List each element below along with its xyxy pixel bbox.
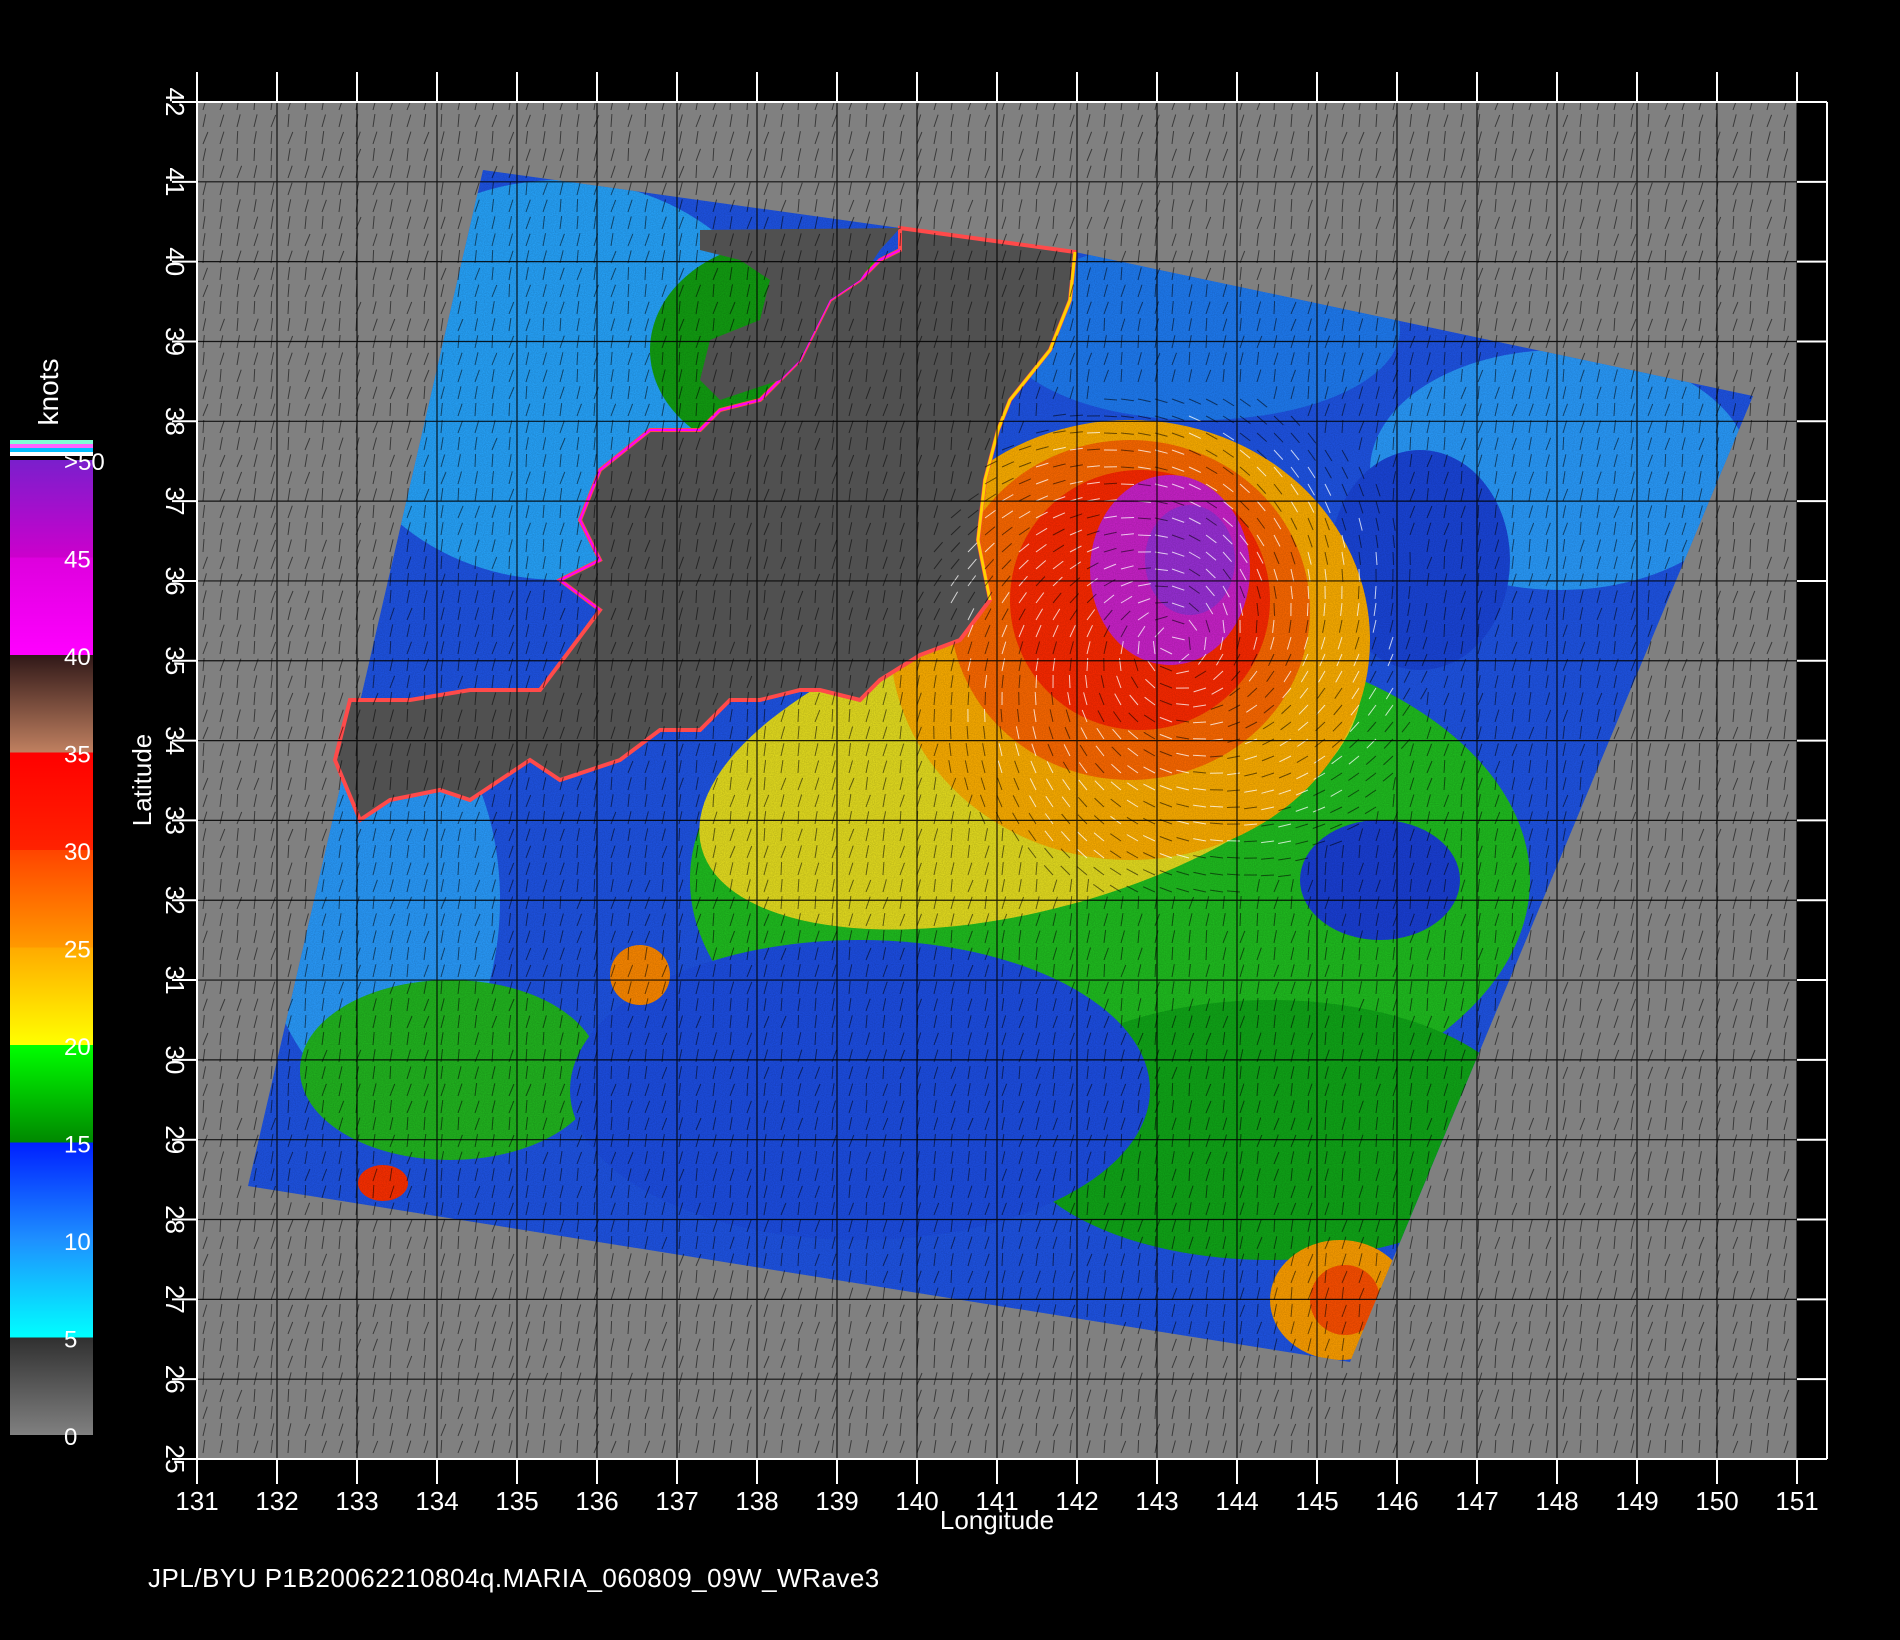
x-axis-label: Longitude: [940, 1505, 1054, 1535]
lat-tick-label: 29: [160, 1125, 190, 1154]
lon-tick-label: 136: [575, 1486, 618, 1516]
lat-tick-label: 27: [160, 1285, 190, 1314]
colorbar-label: 30: [64, 839, 91, 866]
lat-tick-labels: 25 26 27 28 29 30 31 32 33 34 35 36 37 38 39 40 41 42: [160, 88, 190, 1474]
lon-tick-label: 131: [175, 1486, 218, 1516]
colorbar-band: [10, 1337, 93, 1435]
lon-tick-label: 132: [255, 1486, 298, 1516]
colorbar-label: 40: [64, 644, 91, 671]
lon-tick-label: 138: [735, 1486, 778, 1516]
lon-tick-label: 148: [1535, 1486, 1578, 1516]
lat-tick-label: 38: [160, 407, 190, 436]
lon-tick-label: 145: [1295, 1486, 1338, 1516]
lon-tick-label: 150: [1695, 1486, 1738, 1516]
colorbar-label: 15: [64, 1132, 91, 1159]
colorbar-label: 0: [64, 1424, 77, 1451]
lat-tick-label: 26: [160, 1365, 190, 1394]
lon-tick-label: 151: [1775, 1486, 1818, 1516]
lon-tick-label: 135: [495, 1486, 538, 1516]
colorbar-unit-label: knots: [33, 359, 64, 426]
colorbar-label: 10: [64, 1229, 91, 1256]
wind-map-figure: 131 132 133 134 135 136 137 138 139 140 141 142 143 1…: [10, 72, 1828, 1535]
colorbar-label: 35: [64, 742, 91, 769]
colorbar-label: 25: [64, 937, 91, 964]
colorbar-cap-stripe: [10, 444, 93, 448]
y-axis-label: Latitude: [127, 734, 157, 827]
lon-tick-label: 139: [815, 1486, 858, 1516]
lat-tick-label: 42: [160, 88, 190, 117]
graticule: [196, 101, 1798, 1460]
lat-tick-label: 28: [160, 1205, 190, 1234]
lon-tick-label: 133: [335, 1486, 378, 1516]
lat-tick-label: 33: [160, 806, 190, 835]
lon-tick-label: 142: [1055, 1486, 1098, 1516]
lat-tick-label: 40: [160, 247, 190, 276]
colorbar-label: >50: [64, 449, 105, 476]
lat-tick-label: 36: [160, 566, 190, 595]
lat-tick-label: 32: [160, 886, 190, 915]
lat-tick-label: 31: [160, 966, 190, 995]
lon-tick-label: 134: [415, 1486, 458, 1516]
lat-tick-label: 34: [160, 726, 190, 755]
lon-tick-label: 140: [895, 1486, 938, 1516]
product-footer: JPL/BYU P1B20062210804q.MARIA_060809_09W…: [148, 1563, 880, 1593]
lat-tick-label: 35: [160, 646, 190, 675]
colorbar-label: 5: [64, 1327, 77, 1354]
lon-tick-label: 146: [1375, 1486, 1418, 1516]
lon-tick-label: 149: [1615, 1486, 1658, 1516]
lat-tick-label: 37: [160, 487, 190, 516]
lon-tick-label: 144: [1215, 1486, 1258, 1516]
colorbar-label: 45: [64, 547, 91, 574]
lat-tick-label: 41: [160, 167, 190, 196]
colorbar-label: 20: [64, 1034, 91, 1061]
colorbar: >50 45 40 35 30 25 20 15 10 5 0: [10, 440, 105, 1451]
lat-tick-label: 39: [160, 327, 190, 356]
lon-tick-label: 147: [1455, 1486, 1498, 1516]
lat-tick-label: 25: [160, 1445, 190, 1474]
lon-tick-label: 137: [655, 1486, 698, 1516]
colorbar-cap-stripe: [10, 440, 93, 444]
lat-tick-label: 30: [160, 1045, 190, 1074]
lon-tick-label: 143: [1135, 1486, 1178, 1516]
